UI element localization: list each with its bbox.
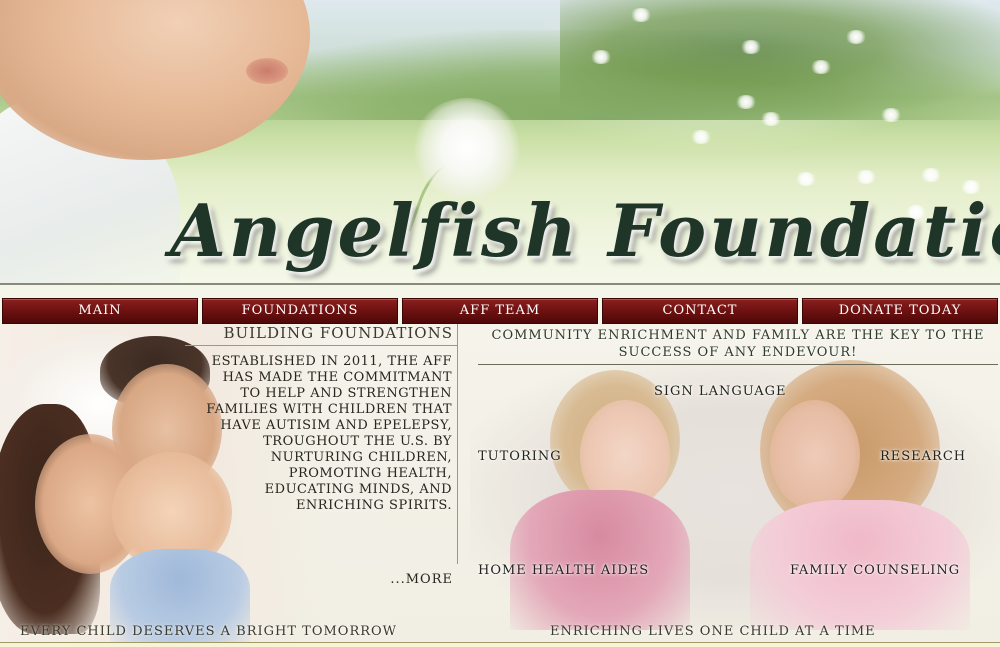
- dandelion-seed: [690, 130, 712, 144]
- nav-donate-button[interactable]: DONATE TODAY: [802, 298, 998, 324]
- building-foundations-text: ESTABLISHED IN 2011, THE AFF HAS MADE TH…: [206, 354, 452, 513]
- dandelion-seed: [810, 60, 832, 74]
- community-heading: COMMUNITY ENRICHMENT AND FAMILY ARE THE …: [478, 327, 998, 365]
- service-tutoring-link[interactable]: TUTORING: [478, 449, 562, 464]
- dandelion-seed: [630, 8, 652, 22]
- dandelion-seed: [740, 40, 762, 54]
- hero-trees: [560, 0, 1000, 120]
- tagline-left: EVERY CHILD DESERVES A BRIGHT TOMORROW: [20, 624, 398, 639]
- dandelion-seed: [795, 172, 817, 186]
- nav-aff-team-button[interactable]: AFF TEAM: [402, 298, 598, 324]
- service-sign-language-link[interactable]: SIGN LANGUAGE: [654, 384, 787, 399]
- dandelion-seed: [845, 30, 867, 44]
- photo-woman-face: [770, 400, 860, 510]
- dandelion-seed: [880, 108, 902, 122]
- dandelion-seed: [760, 112, 782, 126]
- dandelion-seed: [735, 95, 757, 109]
- site-title: Angelfish Foundation: [170, 188, 1000, 273]
- hero-banner: Angelfish Foundation: [0, 0, 1000, 285]
- building-foundations-heading: BUILDING FOUNDATIONS: [185, 324, 457, 346]
- nav-foundations-button[interactable]: FOUNDATIONS: [202, 298, 398, 324]
- hero-divider: [0, 283, 1000, 285]
- service-research-link[interactable]: RESEARCH: [880, 449, 966, 464]
- service-family-counseling-link[interactable]: FAMILY COUNSELING: [790, 563, 960, 578]
- sign-language-photo: [470, 360, 1000, 630]
- dandelion-seed: [855, 170, 877, 184]
- service-home-health-aides-link[interactable]: HOME HEALTH AIDES: [478, 563, 649, 578]
- tagline-right: ENRICHING LIVES ONE CHILD AT A TIME: [550, 624, 876, 639]
- dandelion-seed: [920, 168, 942, 182]
- nav-main-button[interactable]: MAIN: [2, 298, 198, 324]
- photo-girl-shirt: [510, 490, 690, 630]
- main-content: BUILDING FOUNDATIONS ESTABLISHED IN 2011…: [0, 324, 1000, 647]
- hero-child-lips: [246, 58, 288, 84]
- footer-divider: [0, 642, 1000, 647]
- nav-contact-button[interactable]: CONTACT: [602, 298, 798, 324]
- more-link[interactable]: ...MORE: [360, 572, 453, 587]
- dandelion-seed: [590, 50, 612, 64]
- dandelion-image: [412, 98, 522, 198]
- building-foundations-divider: [457, 324, 458, 564]
- main-nav: MAIN FOUNDATIONS AFF TEAM CONTACT DONATE…: [0, 298, 1000, 324]
